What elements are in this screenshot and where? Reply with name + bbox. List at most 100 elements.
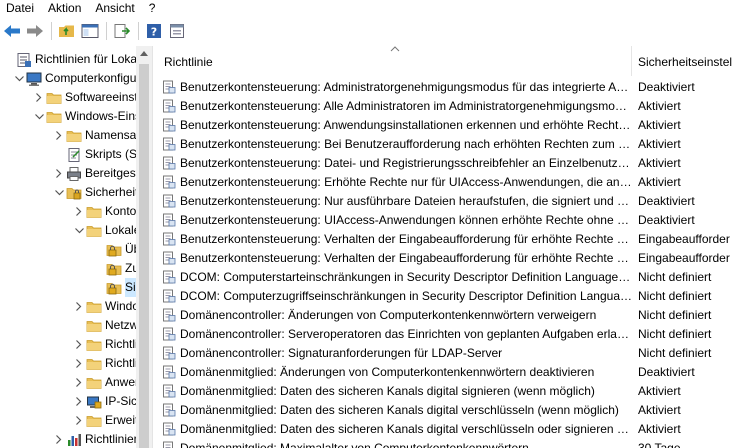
tree-item[interactable]: Netzw: [74, 316, 138, 335]
menu-ansicht[interactable]: Ansicht: [89, 0, 142, 17]
table-row[interactable]: DCOM: Computerzugriffseinschränkungen in…: [158, 286, 734, 305]
tree-item[interactable]: Konton: [74, 202, 143, 221]
chevron-right-icon[interactable]: [74, 392, 84, 411]
export-list-icon[interactable]: [112, 21, 132, 41]
policy-setting-icon: [162, 441, 176, 448]
table-row[interactable]: Domänencontroller: Serveroperatoren das …: [158, 324, 734, 343]
folder-up-icon[interactable]: [57, 21, 77, 41]
chevron-right-icon[interactable]: [54, 430, 64, 448]
policy-cell: Benutzerkontensteuerung: Bei Benutzerauf…: [158, 137, 632, 151]
table-row[interactable]: Benutzerkontensteuerung: Verhalten der E…: [158, 248, 734, 267]
setting-value: Deaktiviert: [638, 79, 695, 94]
policy-cell: Domänenmitglied: Daten des sicheren Kana…: [158, 384, 632, 398]
table-row[interactable]: Domänenmitglied: Maximalalter von Comput…: [158, 438, 734, 448]
console-tree-icon[interactable]: [80, 21, 100, 41]
table-row[interactable]: Benutzerkontensteuerung: Nur ausführbare…: [158, 191, 734, 210]
policy-name: Benutzerkontensteuerung: Nur ausführbare…: [180, 193, 632, 208]
table-row[interactable]: Domänenmitglied: Daten des sicheren Kana…: [158, 381, 734, 400]
help-icon[interactable]: ?: [144, 21, 164, 41]
table-row[interactable]: Benutzerkontensteuerung: UIAccess-Anwend…: [158, 210, 734, 229]
tree-scrollbar[interactable]: [136, 46, 152, 448]
tree-item[interactable]: Namensau: [54, 126, 143, 145]
chevron-right-icon[interactable]: [34, 88, 44, 107]
tree-item[interactable]: Lokale: [74, 221, 140, 240]
chevron-right-icon[interactable]: [74, 354, 84, 373]
policy-name: Domänenmitglied: Änderungen von Computer…: [180, 364, 595, 379]
scrollbar-thumb[interactable]: [139, 64, 149, 448]
tree-item[interactable]: Richtlinien: [54, 430, 140, 448]
policy-setting-icon: [162, 403, 176, 417]
scroll-up-arrow-icon[interactable]: [140, 50, 148, 56]
policy-name: Domänenmitglied: Daten des sicheren Kana…: [180, 383, 595, 398]
menu-bar: Datei Aktion Ansicht ?: [0, 0, 734, 17]
chevron-right-icon[interactable]: [74, 411, 84, 430]
tree-item[interactable]: Computerkonfigu: [14, 69, 136, 88]
column-header-setting[interactable]: Sicherheitseinstel: [632, 46, 734, 76]
tree-item[interactable]: Zu: [94, 259, 139, 278]
policy-setting-icon: [162, 156, 176, 170]
chevron-down-icon[interactable]: [54, 183, 64, 202]
tree-item[interactable]: IP-Sich: [74, 392, 144, 411]
policy-setting-icon: [162, 327, 176, 341]
policy-name: Benutzerkontensteuerung: Verhalten der E…: [180, 250, 632, 265]
tree-item[interactable]: Windows-Eins: [34, 107, 141, 126]
table-row[interactable]: Domänencontroller: Änderungen von Comput…: [158, 305, 734, 324]
tree-item[interactable]: Windo: [74, 297, 139, 316]
back-arrow-icon[interactable]: [2, 21, 22, 41]
chevron-right-icon[interactable]: [74, 373, 84, 392]
menu-datei[interactable]: Datei: [0, 0, 42, 17]
table-row[interactable]: Benutzerkontensteuerung: Alle Administra…: [158, 96, 734, 115]
tree-item[interactable]: Bereitgeste: [54, 164, 146, 183]
menu-aktion[interactable]: Aktion: [42, 0, 89, 17]
table-row[interactable]: Domänenmitglied: Daten des sicheren Kana…: [158, 400, 734, 419]
folder-icon: [86, 413, 102, 429]
chevron-right-icon[interactable]: [54, 164, 64, 183]
properties-icon[interactable]: [167, 21, 187, 41]
table-row[interactable]: Benutzerkontensteuerung: Datei- und Regi…: [158, 153, 734, 172]
table-row[interactable]: Domänenmitglied: Änderungen von Computer…: [158, 362, 734, 381]
policy-cell: Benutzerkontensteuerung: Datei- und Regi…: [158, 156, 632, 170]
tree-item-label: Anwer: [105, 375, 140, 389]
chevron-down-icon[interactable]: [74, 221, 84, 240]
table-row[interactable]: Benutzerkontensteuerung: Bei Benutzerauf…: [158, 134, 734, 153]
setting-value: Nicht definiert: [638, 326, 712, 341]
tree-item[interactable]: Richtlinien für Lokale: [4, 50, 146, 69]
chevron-right-icon[interactable]: [74, 297, 84, 316]
chevron-right-icon[interactable]: [74, 202, 84, 221]
tree-item[interactable]: Richtli: [74, 354, 138, 373]
setting-value: Nicht definiert: [638, 345, 712, 360]
chevron-down-icon[interactable]: [34, 107, 44, 126]
chevron-down-icon[interactable]: [14, 69, 24, 88]
policy-cell: Benutzerkontensteuerung: Erhöhte Rechte …: [158, 175, 632, 189]
tree-item[interactable]: Richtli: [74, 335, 138, 354]
tree-item[interactable]: Üb: [94, 240, 140, 259]
tree-item-label: Richtlinien: [85, 432, 141, 446]
table-row[interactable]: Domänencontroller: Signaturanforderungen…: [158, 343, 734, 362]
menu-help[interactable]: ?: [143, 0, 164, 17]
list-header: Richtlinie Sicherheitseinstel: [158, 46, 734, 76]
tree-item[interactable]: Sic: [94, 278, 142, 297]
table-row[interactable]: Benutzerkontensteuerung: Erhöhte Rechte …: [158, 172, 734, 191]
tree-item[interactable]: Skripts (Sta: [54, 145, 147, 164]
policy-cell: Benutzerkontensteuerung: Verhalten der E…: [158, 251, 632, 265]
policy-cell: Domänencontroller: Änderungen von Comput…: [158, 308, 632, 322]
table-row[interactable]: DCOM: Computerstarteinschränkungen in Se…: [158, 267, 734, 286]
tree-item[interactable]: Softwareeinste: [34, 88, 144, 107]
forward-arrow-icon[interactable]: [25, 21, 45, 41]
setting-value: Aktiviert: [638, 98, 681, 113]
policy-setting-icon: [162, 365, 176, 379]
folder-icon: [86, 318, 102, 334]
chevron-right-icon[interactable]: [74, 335, 84, 354]
tree-item[interactable]: Erweite: [74, 411, 145, 430]
tree-item[interactable]: Sicherheits: [54, 183, 144, 202]
folder-icon: [86, 299, 102, 315]
table-row[interactable]: Benutzerkontensteuerung: Anwendungsinsta…: [158, 115, 734, 134]
column-header-policy[interactable]: Richtlinie: [158, 46, 632, 76]
table-row[interactable]: Benutzerkontensteuerung: Verhalten der E…: [158, 229, 734, 248]
tree-item[interactable]: Anwer: [74, 373, 139, 392]
table-row[interactable]: Domänenmitglied: Daten des sicheren Kana…: [158, 419, 734, 438]
table-row[interactable]: Benutzerkontensteuerung: Administratorge…: [158, 77, 734, 96]
toolbar-separator: [138, 22, 139, 40]
chevron-right-icon[interactable]: [54, 126, 64, 145]
